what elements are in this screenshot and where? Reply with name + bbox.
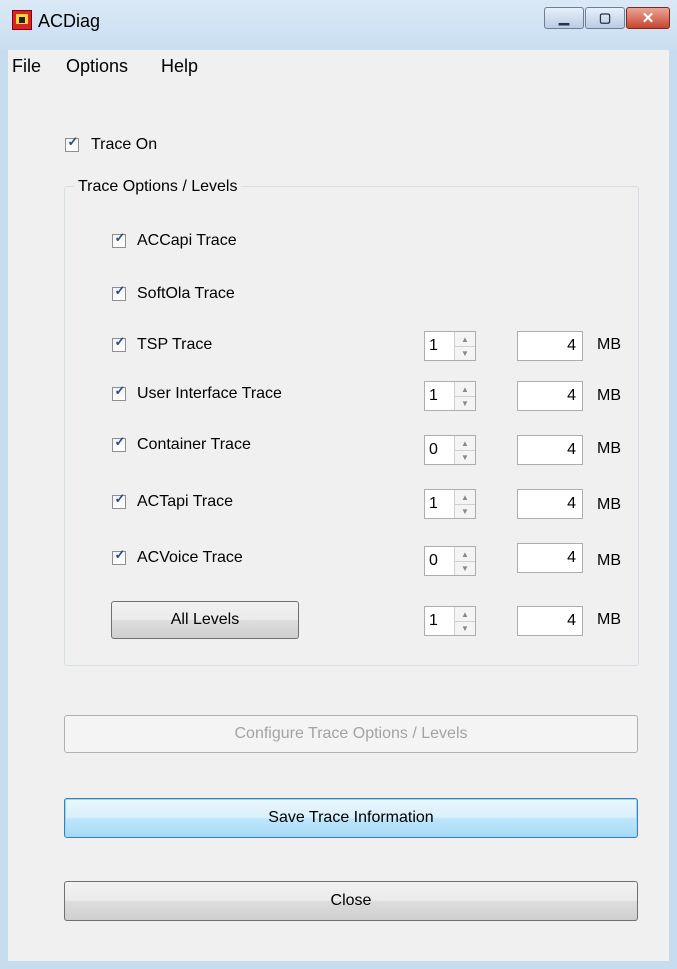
actapi-level-spinner[interactable]: 1 ▲ ▼ [424,489,476,519]
trace-on-checkbox[interactable]: ✓ [65,134,79,152]
accapi-trace-checkbox[interactable]: ✓ [112,230,126,248]
actapi-size-unit: MB [597,496,621,513]
container-size-unit: MB [597,440,621,457]
spin-up-icon[interactable]: ▲ [455,547,475,562]
user-interface-trace-checkbox[interactable]: ✓ [112,383,126,401]
all-levels-button[interactable]: All Levels [111,601,299,639]
actapi-size-field[interactable]: 4 [517,489,583,519]
spin-up-icon[interactable]: ▲ [455,332,475,347]
actapi-trace-label: ACTapi Trace [137,493,234,510]
tsp-size-field[interactable]: 4 [517,331,583,361]
softola-trace-checkbox[interactable]: ✓ [112,283,126,301]
tsp-size-unit: MB [597,336,621,353]
container-level-spinner[interactable]: 0 ▲ ▼ [424,435,476,465]
acvoice-trace-label: ACVoice Trace [137,549,243,566]
user-interface-level-spinner[interactable]: 1 ▲ ▼ [424,381,476,411]
spin-up-icon[interactable]: ▲ [455,436,475,451]
tsp-trace-label: TSP Trace [137,336,213,353]
actapi-size-value[interactable]: 4 [567,495,576,513]
spin-down-icon[interactable]: ▼ [455,504,475,518]
trace-on-label: Trace On [91,136,158,153]
acvoice-size-field[interactable]: 4 [517,543,583,573]
accapi-trace-label: ACCapi Trace [137,232,237,249]
spin-up-icon[interactable]: ▲ [455,490,475,505]
acvoice-size-value[interactable]: 4 [567,549,576,567]
close-button[interactable]: Close [64,881,638,921]
title-bar[interactable]: ACDiag ▁ ▢ ✕ [0,0,677,50]
user-interface-trace-label: User Interface Trace [137,385,282,402]
check-icon: ✓ [114,547,126,562]
trace-options-group [64,186,639,666]
acvoice-level-value[interactable]: 0 [429,552,438,570]
window-title: ACDiag [38,11,101,31]
menu-file[interactable]: File [12,56,41,77]
all-levels-size-unit: MB [597,611,621,628]
maximize-button[interactable]: ▢ [585,7,625,29]
maximize-icon: ▢ [598,10,612,25]
menu-bar: File Options Help [8,50,669,82]
acvoice-level-spinner[interactable]: 0 ▲ ▼ [424,546,476,576]
spin-down-icon[interactable]: ▼ [455,450,475,464]
all-levels-size-field[interactable]: 4 [517,606,583,636]
spinner-buttons: ▲ ▼ [454,490,475,518]
spin-down-icon[interactable]: ▼ [455,396,475,410]
close-window-button[interactable]: ✕ [626,7,670,29]
check-icon: ✓ [114,283,126,298]
menu-help[interactable]: Help [161,56,198,77]
check-icon: ✓ [114,383,126,398]
container-trace-checkbox[interactable]: ✓ [112,434,126,452]
check-icon: ✓ [114,491,126,506]
spinner-buttons: ▲ ▼ [454,607,475,635]
spin-down-icon[interactable]: ▼ [455,561,475,575]
tsp-level-spinner[interactable]: 1 ▲ ▼ [424,331,476,361]
spin-down-icon[interactable]: ▼ [455,621,475,635]
acvoice-trace-checkbox[interactable]: ✓ [112,547,126,565]
spinner-buttons: ▲ ▼ [454,436,475,464]
app-icon [12,10,32,30]
spinner-buttons: ▲ ▼ [454,332,475,360]
tsp-trace-checkbox[interactable]: ✓ [112,334,126,352]
user-interface-level-value[interactable]: 1 [429,387,438,405]
container-trace-label: Container Trace [137,436,251,453]
user-interface-size-field[interactable]: 4 [517,381,583,411]
save-trace-button[interactable]: Save Trace Information [64,798,638,838]
check-icon: ✓ [114,434,126,449]
group-title: Trace Options / Levels [74,178,242,196]
container-size-value[interactable]: 4 [567,441,576,459]
tsp-level-value[interactable]: 1 [429,337,438,355]
spin-down-icon[interactable]: ▼ [455,346,475,360]
configure-trace-button[interactable]: Configure Trace Options / Levels [64,715,638,753]
user-interface-size-value[interactable]: 4 [567,387,576,405]
minimize-button[interactable]: ▁ [544,7,584,29]
tsp-size-value[interactable]: 4 [567,337,576,355]
close-icon: ✕ [641,10,655,27]
check-icon: ✓ [114,230,126,245]
user-interface-size-unit: MB [597,387,621,404]
softola-trace-label: SoftOla Trace [137,285,235,302]
actapi-trace-checkbox[interactable]: ✓ [112,491,126,509]
menu-options[interactable]: Options [66,56,128,77]
all-levels-spinner[interactable]: 1 ▲ ▼ [424,606,476,636]
container-level-value[interactable]: 0 [429,441,438,459]
acvoice-size-unit: MB [597,552,621,569]
spinner-buttons: ▲ ▼ [454,547,475,575]
spin-up-icon[interactable]: ▲ [455,607,475,622]
actapi-level-value[interactable]: 1 [429,495,438,513]
spin-up-icon[interactable]: ▲ [455,382,475,397]
check-icon: ✓ [67,134,79,149]
check-icon: ✓ [114,334,126,349]
container-size-field[interactable]: 4 [517,435,583,465]
spinner-buttons: ▲ ▼ [454,382,475,410]
all-levels-value[interactable]: 1 [429,612,438,630]
all-levels-size-value[interactable]: 4 [567,612,576,630]
minimize-icon: ▁ [559,10,569,25]
